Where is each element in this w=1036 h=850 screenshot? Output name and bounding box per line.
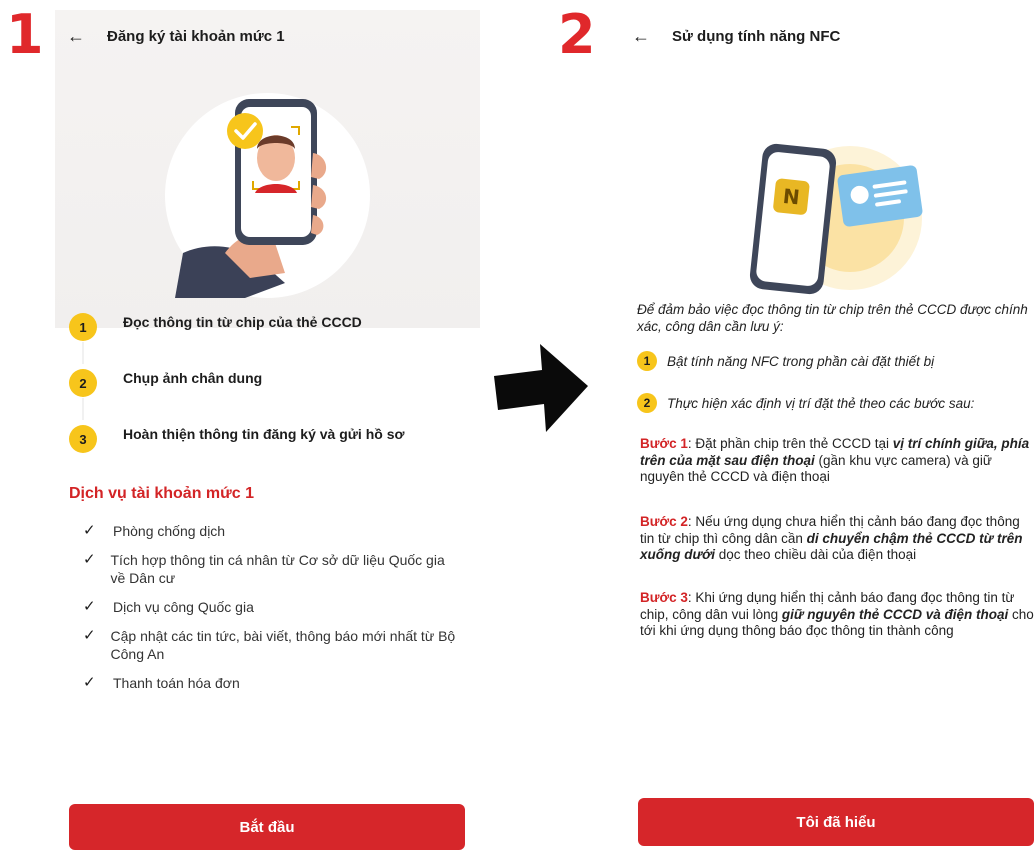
step-number-1: 1 <box>6 3 44 66</box>
list-item: ✓ Dịch vụ công Quốc gia <box>83 598 463 616</box>
service-title: Dịch vụ tài khoản mức 1 <box>69 485 254 502</box>
step-text: : Đặt phần chip trên thẻ CCCD tại <box>687 436 893 451</box>
list-item: ✓ Tích hợp thông tin cá nhân từ Cơ sở dữ… <box>83 551 463 587</box>
header: ← Đăng ký tài khoản mức 1 <box>67 26 285 47</box>
back-arrow-icon[interactable]: ← <box>632 26 650 47</box>
check-icon: ✓ <box>83 674 96 691</box>
step-label: Đọc thông tin từ chip của thẻ CCCD <box>123 314 362 330</box>
step-badge: 2 <box>637 393 657 413</box>
step-label: Bật tính năng NFC trong phần cài đặt thi… <box>667 353 935 369</box>
header: ← Sử dụng tính năng NFC <box>632 26 840 47</box>
back-arrow-icon[interactable]: ← <box>67 26 85 47</box>
step-number-2: 2 <box>558 3 596 66</box>
step-connector <box>82 398 84 420</box>
service-text: Phòng chống dịch <box>113 523 226 539</box>
step-label: Hoàn thiện thông tin đăng ký và gửi hồ s… <box>123 426 405 442</box>
list-item: ✓ Phòng chống dịch <box>83 522 463 540</box>
step-emphasis: giữ nguyên thẻ CCCD và điện thoại <box>781 606 1009 622</box>
service-text: Cập nhật các tin tức, bài viết, thông bá… <box>110 628 456 662</box>
check-icon: ✓ <box>83 551 96 568</box>
list-item: 1 Bật tính năng NFC trong phần cài đặt t… <box>637 351 934 371</box>
screen-register-level1: ← Đăng ký tài khoản mức 1 1 Đọc thông ti… <box>55 10 480 850</box>
svg-text:N: N <box>782 184 801 210</box>
service-text: Thanh toán hóa đơn <box>113 675 240 691</box>
step-badge: 2 <box>69 369 97 397</box>
service-text: Tích hợp thông tin cá nhân từ Cơ sở dữ l… <box>110 552 445 586</box>
check-icon: ✓ <box>83 598 96 615</box>
service-list: ✓ Phòng chống dịch ✓ Tích hợp thông tin … <box>83 522 463 703</box>
step-item: 1 Đọc thông tin từ chip của thẻ CCCD <box>69 310 469 366</box>
list-item: ✓ Cập nhật các tin tức, bài viết, thông … <box>83 627 463 663</box>
step-paragraph-2: Bước 2: Nếu ứng dụng chưa hiển thị cảnh … <box>640 514 1036 564</box>
screen-nfc-usage: ← Sử dụng tính năng NFC N Để đảm bảo việ… <box>620 10 1036 846</box>
step-badge: 1 <box>69 313 97 341</box>
nfc-illustration: N <box>749 143 923 295</box>
step-label: Chụp ảnh chân dung <box>123 370 263 386</box>
step-connector <box>82 342 84 364</box>
step-paragraph-3: Bước 3: Khi ứng dụng hiển thị cảnh báo đ… <box>640 590 1036 640</box>
step-label: Bước 3 <box>640 590 688 605</box>
step-badge: 1 <box>637 351 657 371</box>
understood-button[interactable]: Tôi đã hiểu <box>638 798 1034 846</box>
registration-steps: 1 Đọc thông tin từ chip của thẻ CCCD 2 C… <box>69 310 469 478</box>
start-button[interactable]: Bắt đầu <box>69 804 465 850</box>
right-arrow-icon <box>494 344 588 432</box>
step-badge: 3 <box>69 425 97 453</box>
service-text: Dịch vụ công Quốc gia <box>113 599 254 615</box>
step-text: dọc theo chiều dài của điện thoại <box>714 547 917 562</box>
list-item: ✓ Thanh toán hóa đơn <box>83 674 463 692</box>
check-icon: ✓ <box>83 627 96 644</box>
page-title: Sử dụng tính năng NFC <box>672 28 841 45</box>
step-label: Thực hiện xác định vị trí đặt thẻ theo c… <box>667 395 975 411</box>
step-paragraph-1: Bước 1: Đặt phần chip trên thẻ CCCD tại … <box>640 436 1036 486</box>
page-title: Đăng ký tài khoản mức 1 <box>107 28 285 45</box>
list-item: 2 Thực hiện xác định vị trí đặt thẻ theo… <box>637 393 974 413</box>
step-item: 3 Hoàn thiện thông tin đăng ký và gửi hồ… <box>69 422 469 478</box>
check-icon: ✓ <box>83 522 96 539</box>
step-label: Bước 1 <box>640 436 688 451</box>
intro-text: Để đảm bảo việc đọc thông tin từ chip tr… <box>637 302 1028 334</box>
step-label: Bước 2 <box>640 514 688 529</box>
face-scan-illustration <box>175 99 327 298</box>
step-item: 2 Chụp ảnh chân dung <box>69 366 469 422</box>
